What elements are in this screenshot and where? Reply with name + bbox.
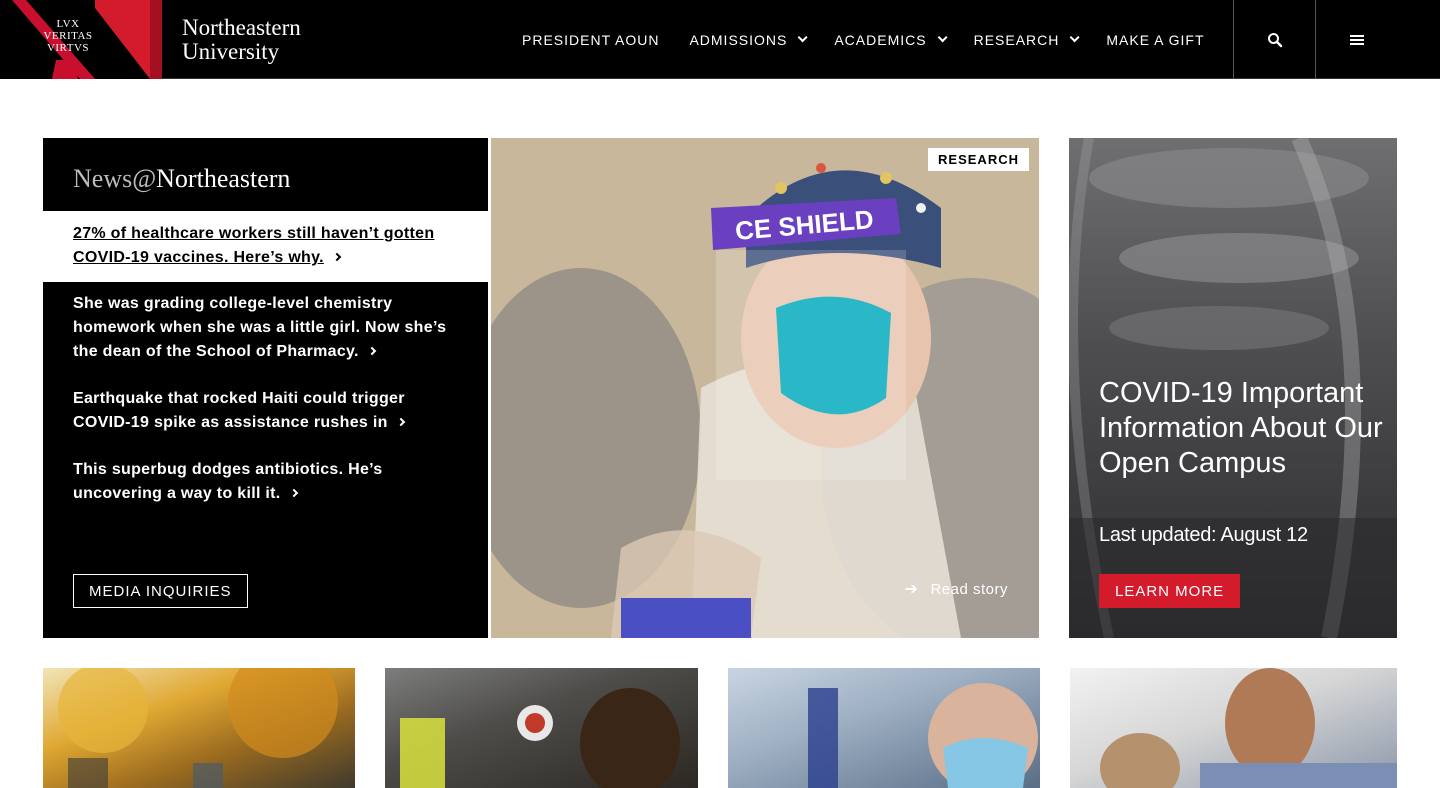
nav-academics[interactable]: ACADEMICS bbox=[834, 32, 948, 48]
hero-photo: CE SHIELD bbox=[491, 138, 1039, 638]
chevron-down-icon bbox=[798, 32, 808, 43]
chevron-right-icon bbox=[332, 252, 342, 262]
learn-more-button[interactable]: LEARN MORE bbox=[1099, 574, 1241, 608]
hamburger-menu-icon bbox=[1349, 34, 1364, 45]
featured-story-link[interactable]: 27% of healthcare workers still haven’t … bbox=[73, 225, 434, 266]
story-card[interactable] bbox=[385, 668, 698, 788]
university-logo[interactable]: LVX VERITAS VIRTVS bbox=[0, 0, 162, 79]
lab-researcher-photo bbox=[808, 683, 1038, 788]
covid-info-panel: COVID-19 Important Information About Our… bbox=[1069, 138, 1397, 638]
covid-last-updated: Last updated: August 12 bbox=[1099, 524, 1308, 546]
news-panel: News@Northeastern 27% of healthcare work… bbox=[43, 138, 488, 638]
chevron-down-icon bbox=[1070, 32, 1080, 43]
wordmark-line1: Northeastern bbox=[182, 15, 301, 40]
main-nav: PRESIDENT AOUN ADMISSIONS ACADEMICS RESE… bbox=[507, 0, 1220, 79]
campus-autumn-photo bbox=[58, 668, 338, 788]
nav-make-a-gift[interactable]: MAKE A GIFT bbox=[1106, 32, 1204, 48]
logo-motto: LVX VERITAS VIRTVS bbox=[43, 18, 93, 54]
news-item[interactable]: Earthquake that rocked Haiti could trigg… bbox=[73, 387, 458, 435]
robotics-lab-photo bbox=[400, 688, 680, 788]
menu-button[interactable] bbox=[1315, 0, 1397, 79]
read-story-link[interactable]: ➔ Read story bbox=[905, 579, 1008, 599]
featured-story: 27% of healthcare workers still haven’t … bbox=[43, 211, 488, 282]
nav-president-aoun[interactable]: PRESIDENT AOUN bbox=[522, 32, 659, 48]
story-card[interactable] bbox=[1070, 668, 1397, 788]
story-card[interactable] bbox=[43, 668, 355, 788]
site-header: LVX VERITAS VIRTVS Northeastern Universi… bbox=[0, 0, 1440, 79]
news-list: She was grading college-level chemistry … bbox=[43, 282, 488, 506]
chevron-right-icon bbox=[396, 417, 405, 427]
chevron-right-icon bbox=[367, 346, 377, 356]
nav-admissions[interactable]: ADMISSIONS bbox=[689, 32, 808, 48]
nav-research[interactable]: RESEARCH bbox=[974, 32, 1080, 48]
wordmark-line2: University bbox=[182, 39, 280, 64]
search-icon bbox=[1267, 32, 1282, 47]
arrow-right-icon: ➔ bbox=[904, 581, 919, 598]
covid-title: COVID-19 Important Information About Our… bbox=[1099, 377, 1383, 479]
meeting-photo bbox=[1100, 668, 1397, 788]
chevron-down-icon bbox=[937, 32, 948, 43]
university-wordmark[interactable]: Northeastern University bbox=[182, 16, 301, 64]
category-badge[interactable]: RESEARCH bbox=[928, 148, 1029, 171]
search-button[interactable] bbox=[1233, 0, 1315, 79]
news-item[interactable]: She was grading college-level chemistry … bbox=[73, 292, 458, 364]
media-inquiries-button[interactable]: MEDIA INQUIRIES bbox=[73, 574, 248, 608]
news-heading[interactable]: News@Northeastern bbox=[43, 138, 488, 211]
chevron-right-icon bbox=[289, 488, 298, 498]
story-card[interactable] bbox=[728, 668, 1040, 788]
news-item[interactable]: This superbug dodges antibiotics. He’s u… bbox=[73, 458, 458, 506]
hero-story[interactable]: CE SHIELD RESEARCH ➔ Read story bbox=[491, 138, 1039, 638]
